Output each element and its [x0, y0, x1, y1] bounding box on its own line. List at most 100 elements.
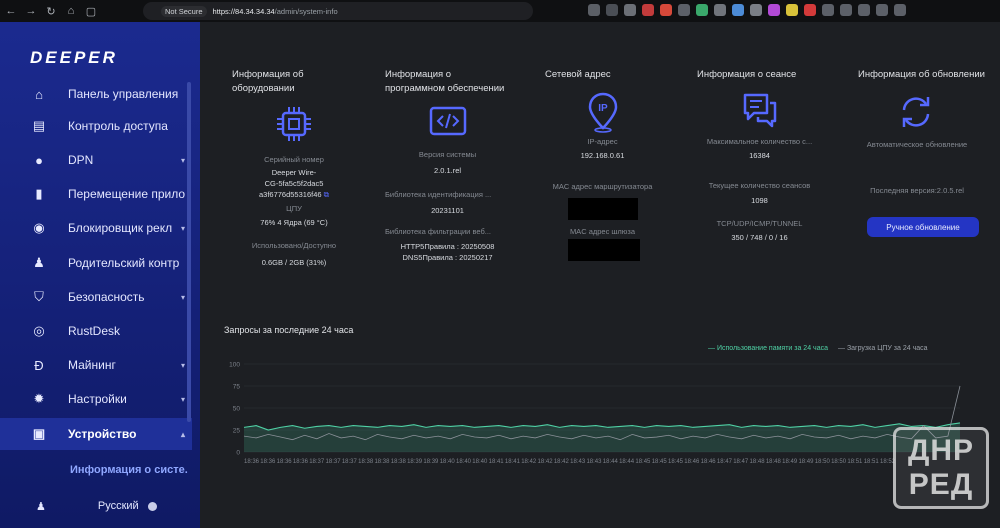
sidebar-item-dpn[interactable]: ● DPN ▾	[0, 144, 192, 176]
reader-icon[interactable]	[624, 4, 636, 16]
sidebar-item-label: Настройки	[68, 392, 127, 406]
extension-green-icon[interactable]	[696, 4, 708, 16]
url-text: https://84.34.34.34/admin/system-info	[212, 6, 338, 16]
deeper-logo[interactable]: DEEPER	[30, 48, 118, 68]
sidebar-item-mining[interactable]: Ð Майнинг ▾	[0, 349, 192, 381]
usage-label: Использовано/Доступно	[251, 241, 337, 250]
code-window-icon	[385, 102, 510, 142]
gateway-mac-redacted	[568, 239, 640, 261]
ad-block-icon: ◉	[33, 220, 45, 235]
profile-icon[interactable]	[876, 4, 888, 16]
y-tick-label: 0	[236, 450, 240, 457]
cpu-label: ЦПУ	[286, 204, 302, 213]
download-icon[interactable]	[588, 4, 600, 16]
bookmarks-icon[interactable]	[606, 4, 618, 16]
sidebar-item-ad-blocker[interactable]: ◉ Блокировщик рекл ▾	[0, 212, 192, 244]
ip-label: IP-адрес	[587, 137, 618, 146]
chat-icon	[697, 88, 822, 132]
user-icon[interactable]: ♟	[36, 500, 46, 513]
network-title: Сетевой адрес	[545, 69, 611, 80]
extension-tabs-icon[interactable]	[858, 4, 870, 16]
sidebar-subitem-system-info[interactable]: Информация о систе...	[70, 464, 188, 476]
router-mac-label: MAC адрес маршрутизатора	[552, 182, 653, 191]
chart-legend: — Использование памяти за 24 часа — Загр…	[708, 345, 928, 352]
bookmark-icon[interactable]: ▢	[82, 2, 100, 20]
home-icon: ⌂	[35, 86, 43, 102]
refresh-icon	[844, 92, 988, 132]
chevron-down-icon: ▾	[181, 292, 186, 302]
y-tick-label: 25	[233, 428, 241, 435]
extension-gray-icon[interactable]	[678, 4, 690, 16]
svg-text:IP: IP	[598, 103, 608, 114]
protocol-value: 350 / 748 / 0 / 16	[731, 233, 788, 242]
x-tick-label: 18:46	[684, 459, 700, 465]
x-tick-label: 18:40	[440, 459, 456, 465]
usage-value: 0.6GB / 2GB (31%)	[261, 258, 327, 267]
sidebar-item-label: Контроль доступа	[68, 119, 168, 133]
sidebar-item-rustdesk[interactable]: ◎ RustDesk	[0, 315, 192, 347]
requests-chart: 025507510018:36 18:36 18:36 18:36 18:37 18:37…	[229, 362, 961, 465]
chart-title: Запросы за последние 24 часа	[224, 325, 354, 335]
reload-icon[interactable]: ↻	[42, 2, 60, 20]
serial-value-2: CG-5fa5c5f2dac5	[264, 179, 324, 188]
sidebar-item-app-relocation[interactable]: ▮ Перемещение прило	[0, 178, 192, 210]
x-tick-label: 18:43	[586, 459, 602, 465]
x-tick-label: 18:44	[603, 459, 619, 465]
extension-orange-icon[interactable]	[660, 4, 672, 16]
current-sessions-value: 1098	[751, 196, 768, 205]
serial-value-1: Deeper Wire-	[271, 168, 317, 177]
forward-icon[interactable]: →	[22, 2, 40, 20]
session-title: Информация о сеансе	[697, 69, 797, 80]
extension-sidebar-icon[interactable]	[840, 4, 852, 16]
sidebar-item-dashboard[interactable]: ⌂ Панель управления	[0, 78, 192, 110]
language-selector[interactable]: Русский	[98, 500, 139, 512]
home-browser-icon[interactable]: ⌂	[62, 2, 80, 20]
copy-icon[interactable]: ⧉	[324, 190, 329, 199]
id-lib-value: 20231101	[431, 206, 464, 215]
auto-update-label: Автоматическое обновление	[866, 140, 968, 149]
extension-grid-icon[interactable]	[750, 4, 762, 16]
extension-red-icon[interactable]	[642, 4, 654, 16]
series-memory-area	[244, 422, 960, 452]
sidebar-scrollbar[interactable]	[187, 82, 191, 422]
x-tick-label: 18:40	[456, 459, 472, 465]
access-control-icon: ▤	[32, 118, 46, 133]
sidebar-item-parental-control[interactable]: ♟ Родительский контр	[0, 247, 192, 279]
x-tick-label: 18:36	[244, 459, 260, 465]
extension-purple-icon[interactable]	[768, 4, 780, 16]
sidebar-item-device[interactable]: ▣ Устройство ▴	[0, 418, 192, 450]
chevron-up-icon: ▴	[181, 429, 186, 439]
x-tick-label: 18:49	[782, 459, 798, 465]
x-tick-label: 18:50	[815, 459, 831, 465]
address-bar[interactable]: Not Secure https://84.34.34.34/admin/sys…	[143, 2, 533, 20]
legend-memory[interactable]: — Использование памяти за 24 часа	[708, 345, 828, 352]
browser-menu-icon[interactable]	[894, 4, 906, 16]
x-tick-label: 18:48	[750, 459, 766, 465]
extension-yellow-icon[interactable]	[786, 4, 798, 16]
extension-blue-icon[interactable]	[732, 4, 744, 16]
filter-dns-value: DNS5Правила : 20250217	[402, 253, 493, 262]
extension-youtube-icon[interactable]	[804, 4, 816, 16]
updates-title: Информация об обновлении	[858, 69, 985, 80]
x-tick-label: 18:45	[652, 459, 668, 465]
back-icon[interactable]: ←	[2, 2, 20, 20]
sidebar-item-settings[interactable]: ✹ Настройки ▾	[0, 383, 192, 415]
language-dot-icon	[147, 501, 157, 511]
extension-eye-icon[interactable]	[714, 4, 726, 16]
manual-update-button[interactable]: Ручное обновление	[867, 217, 979, 237]
device-icon: ▣	[32, 426, 46, 441]
y-tick-label: 100	[229, 362, 240, 369]
extension-puzzle-icon[interactable]	[822, 4, 834, 16]
sidebar-item-label: Панель управления	[68, 87, 179, 101]
sidebar-item-access-control[interactable]: ▤ Контроль доступа	[0, 110, 192, 142]
x-tick-label: 18:37	[326, 459, 342, 465]
x-tick-label: 18:44	[619, 459, 635, 465]
sidebar-item-security[interactable]: ⛉ Безопасность ▾	[0, 281, 192, 313]
ip-value: 192.168.0.61	[580, 151, 625, 160]
x-tick-label: 18:38	[374, 459, 390, 465]
x-tick-label: 18:38	[358, 459, 374, 465]
main-content: Информация об оборудовании Серийный номе…	[200, 22, 1000, 528]
x-tick-label: 18:41	[489, 459, 505, 465]
not-secure-badge[interactable]: Not Secure	[161, 5, 207, 17]
legend-cpu[interactable]: — Загрузка ЦПУ за 24 часа	[838, 345, 928, 352]
